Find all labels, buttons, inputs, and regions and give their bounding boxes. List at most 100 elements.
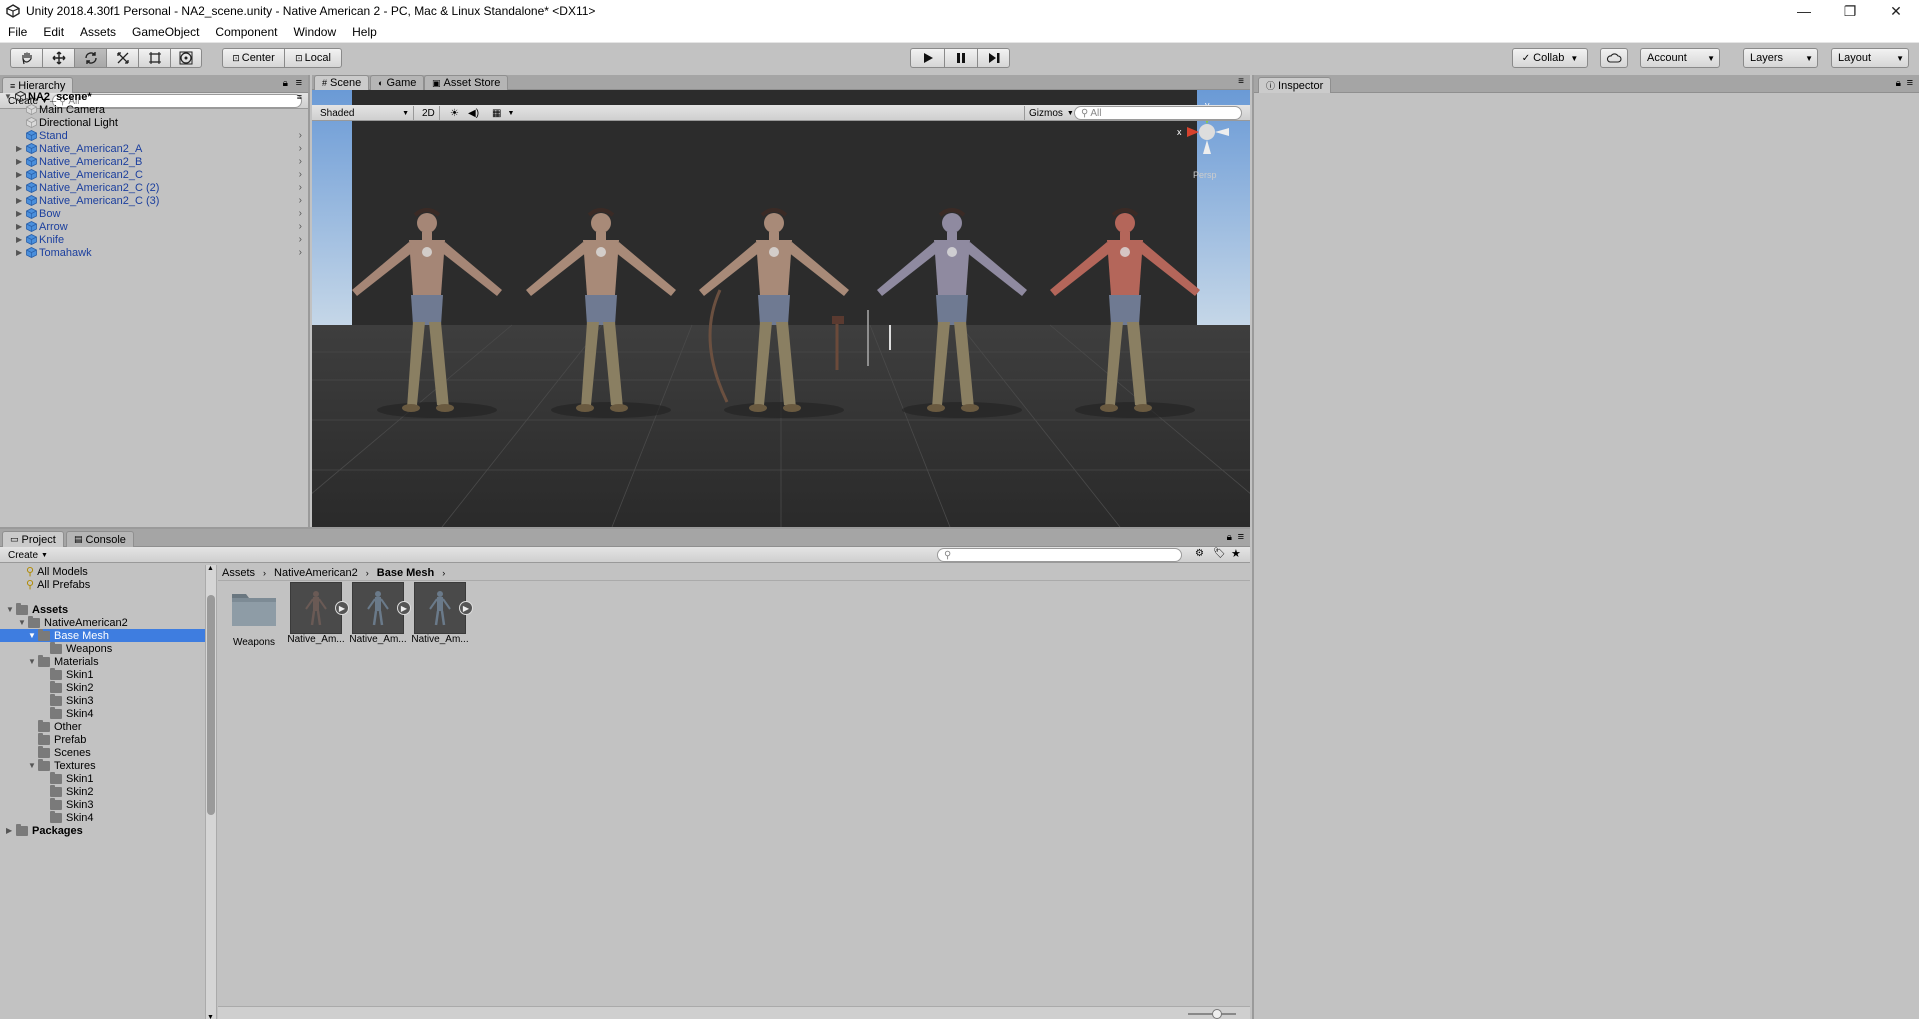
menu-assets[interactable]: Assets	[72, 25, 124, 39]
menu-component[interactable]: Component	[207, 25, 285, 39]
tab-asset-store[interactable]: ▣ Asset Store	[424, 75, 509, 90]
open-prefab-arrow-icon[interactable]: ›	[299, 247, 302, 258]
open-prefab-arrow-icon[interactable]: ›	[299, 182, 302, 193]
expand-model-icon[interactable]: ▶	[459, 601, 473, 615]
fold-closed-icon[interactable]: ▶	[16, 209, 22, 218]
breadcrumb-assets[interactable]: Assets	[222, 567, 255, 579]
2d-toggle[interactable]: 2D	[418, 106, 440, 120]
fold-open-icon[interactable]: ▼	[6, 605, 14, 614]
tab-scene[interactable]: # Scene	[314, 75, 370, 90]
scene-menu-icon[interactable]: ≡	[297, 92, 302, 102]
hierarchy-item[interactable]: Main Camera	[0, 103, 308, 116]
open-prefab-arrow-icon[interactable]: ›	[299, 156, 302, 167]
hierarchy-item[interactable]: ▶ Arrow ›	[0, 220, 308, 233]
hierarchy-item[interactable]: ▶ Bow ›	[0, 207, 308, 220]
search-by-type-icon[interactable]: ⚙	[1195, 548, 1204, 559]
project-create-dropdown[interactable]: Create ▼	[4, 548, 52, 562]
audio-toggle[interactable]: ◀)	[464, 106, 483, 120]
rect-tool-button[interactable]	[138, 48, 170, 68]
hand-tool-button[interactable]	[10, 48, 42, 68]
scene-root-row[interactable]: ▼ NA2_scene* ≡	[0, 90, 308, 103]
layout-dropdown[interactable]: Layout ▼	[1831, 48, 1909, 68]
scene-viewport[interactable]: x y Persp	[312, 90, 1250, 527]
tree-item[interactable]: ▶ Packages	[0, 824, 205, 837]
hierarchy-item[interactable]: ▶ Native_American2_A ›	[0, 142, 308, 155]
menu-window[interactable]: Window	[285, 25, 344, 39]
fold-closed-icon[interactable]: ▶	[16, 222, 22, 231]
move-tool-button[interactable]	[42, 48, 74, 68]
scroll-up-icon[interactable]: ▲	[207, 565, 214, 572]
scene-render[interactable]: x y Persp	[312, 90, 1250, 527]
menu-file[interactable]: File	[0, 25, 35, 39]
tree-scrollbar[interactable]: ▲ ▼	[205, 565, 217, 1019]
hierarchy-item[interactable]: Directional Light	[0, 116, 308, 129]
tree-item[interactable]: Skin3	[0, 798, 205, 811]
tree-item[interactable]: ▼ Base Mesh	[0, 629, 205, 642]
hierarchy-item[interactable]: ▶ Tomahawk ›	[0, 246, 308, 259]
lock-icon[interactable]: 🔒︎	[283, 78, 288, 89]
scroll-down-icon[interactable]: ▼	[207, 1014, 214, 1019]
open-prefab-arrow-icon[interactable]: ›	[299, 234, 302, 245]
fold-closed-icon[interactable]: ▶	[6, 826, 12, 835]
pause-button[interactable]	[944, 48, 977, 68]
search-by-label-icon[interactable]: 🏷︎	[1213, 548, 1226, 559]
fold-closed-icon[interactable]: ▶	[16, 196, 22, 205]
fold-closed-icon[interactable]: ▶	[16, 144, 22, 153]
fold-closed-icon[interactable]: ▶	[16, 170, 22, 179]
favorite-all-prefabs[interactable]: ⚲ All Prefabs	[26, 578, 90, 592]
hierarchy-item[interactable]: Stand ›	[0, 129, 308, 142]
maximize-button[interactable]: ❐	[1827, 0, 1873, 22]
tree-item[interactable]: Skin2	[0, 681, 205, 694]
fold-closed-icon[interactable]: ▶	[16, 183, 22, 192]
scale-tool-button[interactable]	[106, 48, 138, 68]
hierarchy-item[interactable]: ▶ Native_American2_C (2) ›	[0, 181, 308, 194]
fold-closed-icon[interactable]: ▶	[16, 235, 22, 244]
hierarchy-item[interactable]: ▶ Native_American2_B ›	[0, 155, 308, 168]
fold-open-icon[interactable]: ▼	[28, 761, 36, 770]
breadcrumb-nativeamerican2[interactable]: NativeAmerican2	[274, 567, 358, 579]
pivot-local-button[interactable]: ⊡ Local	[284, 48, 342, 68]
fold-open-icon[interactable]: ▼	[28, 631, 36, 640]
tree-item[interactable]: ▼ Assets	[0, 603, 205, 616]
minimize-button[interactable]: —	[1781, 0, 1827, 22]
tree-item[interactable]: Skin2	[0, 785, 205, 798]
menu-help[interactable]: Help	[344, 25, 385, 39]
zoom-slider-thumb[interactable]	[1212, 1009, 1222, 1019]
scene-search-input[interactable]: ⚲ All	[1074, 106, 1242, 120]
open-prefab-arrow-icon[interactable]: ›	[299, 208, 302, 219]
shading-mode-dropdown[interactable]: Shaded ▼	[316, 106, 414, 120]
tree-item[interactable]: Skin4	[0, 707, 205, 720]
hierarchy-item[interactable]: ▶ Native_American2_C (3) ›	[0, 194, 308, 207]
gizmo-center[interactable]	[1199, 124, 1215, 140]
asset-model[interactable]: ▶ Native_Am...	[348, 582, 411, 645]
tree-item[interactable]: ▼ Textures	[0, 759, 205, 772]
tree-item[interactable]: Prefab	[0, 733, 205, 746]
panel-menu-icon[interactable]: ≡	[1238, 76, 1244, 87]
breadcrumb-base-mesh[interactable]: Base Mesh	[377, 567, 434, 579]
fold-closed-icon[interactable]: ▶	[16, 248, 22, 257]
tree-item[interactable]: Skin3	[0, 694, 205, 707]
tree-item[interactable]: Other	[0, 720, 205, 733]
play-button[interactable]	[910, 48, 944, 68]
lighting-toggle[interactable]: ☀	[446, 106, 463, 120]
lock-icon[interactable]: 🔒︎	[1227, 532, 1232, 543]
open-prefab-arrow-icon[interactable]: ›	[299, 221, 302, 232]
gizmos-dropdown[interactable]: Gizmos ▼	[1024, 106, 1074, 120]
tree-item[interactable]: ▼ Materials	[0, 655, 205, 668]
fold-open-icon[interactable]: ▼	[4, 92, 12, 101]
favorite-star-icon[interactable]: ★	[1231, 547, 1241, 560]
pivot-center-button[interactable]: ⊡ Center	[222, 48, 284, 68]
transform-tool-button[interactable]	[170, 48, 202, 68]
persp-label[interactable]: Persp	[1193, 170, 1217, 180]
fold-closed-icon[interactable]: ▶	[16, 157, 22, 166]
expand-model-icon[interactable]: ▶	[335, 601, 349, 615]
hierarchy-item[interactable]: ▶ Native_American2_C ›	[0, 168, 308, 181]
fold-open-icon[interactable]: ▼	[18, 618, 26, 627]
tree-item[interactable]: Scenes	[0, 746, 205, 759]
fold-open-icon[interactable]: ▼	[28, 657, 36, 666]
hierarchy-item[interactable]: ▶ Knife ›	[0, 233, 308, 246]
tree-scrollbar-thumb[interactable]	[207, 595, 215, 815]
tree-item[interactable]: ▼ NativeAmerican2	[0, 616, 205, 629]
account-dropdown[interactable]: Account ▼	[1640, 48, 1720, 68]
expand-model-icon[interactable]: ▶	[397, 601, 411, 615]
